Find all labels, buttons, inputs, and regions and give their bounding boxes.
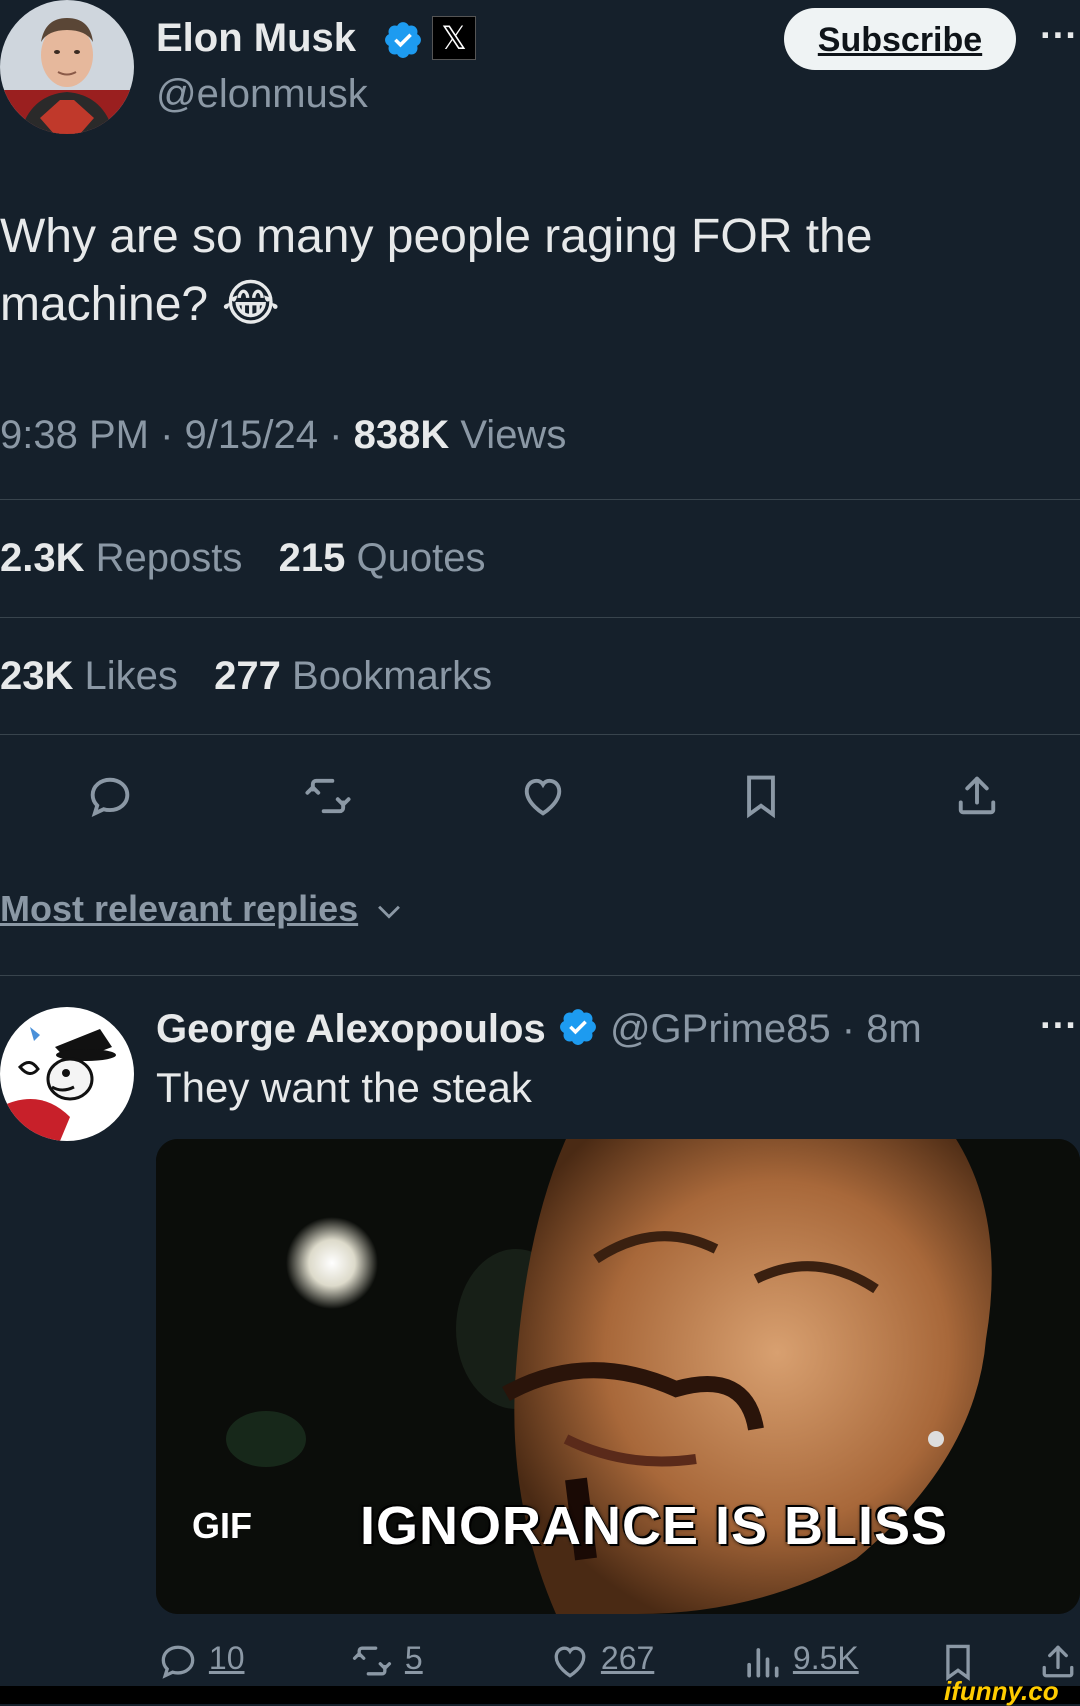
reply-time[interactable]: 8m: [866, 1007, 922, 1051]
x-affiliate-icon: 𝕏: [432, 16, 476, 60]
tweet-time[interactable]: 9:38 PM: [0, 413, 149, 457]
views-label: Views: [460, 413, 567, 457]
reposts-count: 2.3K: [0, 536, 85, 580]
views-count: 838K: [353, 413, 450, 457]
reply-likes-count: 267: [600, 1640, 655, 1676]
tweet-meta: 9:38 PM · 9/15/24 · 838K Views: [0, 410, 566, 460]
reply-author-name[interactable]: George Alexopoulos: [156, 1007, 546, 1051]
bookmarks-count: 277: [214, 654, 281, 698]
repost-icon[interactable]: [300, 770, 356, 822]
chevron-down-icon: [372, 894, 406, 928]
author-handle[interactable]: @elonmusk: [156, 70, 368, 118]
quotes-label: Quotes: [356, 536, 486, 580]
reply-author-handle[interactable]: @GPrime85: [610, 1007, 831, 1051]
reply-reposts-count: 5: [404, 1640, 423, 1676]
ifunny-watermark: ifunny.co: [944, 1676, 1059, 1706]
author-avatar[interactable]: [0, 0, 134, 134]
bookmarks-label: Bookmarks: [292, 654, 493, 698]
reply-icon: [156, 1639, 200, 1683]
laughing-emoji-icon: 😂: [221, 275, 280, 331]
gif-badge: GIF: [192, 1505, 252, 1546]
replies-sort-dropdown[interactable]: Most relevant replies: [0, 886, 406, 932]
reply-header: George Alexopoulos @GPrime85 · 8m: [156, 1004, 922, 1054]
like-heart-icon[interactable]: [517, 770, 569, 822]
bookmark-icon[interactable]: [735, 770, 787, 822]
reposts-label: Reposts: [95, 536, 243, 580]
quotes-count: 215: [278, 536, 346, 580]
reply-text: They want the steak: [156, 1064, 532, 1111]
repost-icon: [348, 1639, 396, 1683]
divider: [0, 499, 1080, 500]
reply-icon[interactable]: [84, 770, 136, 822]
tweet-text-line-1: Why are so many people raging FOR the: [0, 210, 873, 263]
replies-sort-label: Most relevant replies: [0, 888, 359, 929]
quotes-stat[interactable]: 215 Quotes: [279, 536, 486, 580]
likes-stat[interactable]: 23K Likes: [0, 654, 189, 698]
bottom-bar: [0, 1686, 1080, 1704]
verified-badge-icon: [382, 19, 424, 61]
reply-views-button[interactable]: 9.5K: [740, 1638, 859, 1683]
tweet-text: Why are so many people raging FOR the ma…: [0, 204, 1080, 338]
like-heart-icon: [548, 1639, 592, 1683]
stats-row-likes: 23K Likes 277 Bookmarks: [0, 651, 492, 701]
likes-count: 23K: [0, 654, 74, 698]
views-bar-chart-icon: [740, 1639, 784, 1683]
reply-gif-media[interactable]: GIF IGNORANCE IS BLISS: [156, 1139, 1080, 1614]
tweet-date[interactable]: 9/15/24: [185, 413, 318, 457]
more-options-icon[interactable]: ···: [1040, 16, 1078, 56]
likes-label: Likes: [84, 654, 178, 698]
reply-repost-button[interactable]: 5: [348, 1638, 423, 1683]
reply-author-avatar[interactable]: [0, 1007, 134, 1141]
meta-separator: ·: [160, 413, 174, 457]
bookmarks-stat[interactable]: 277 Bookmarks: [214, 654, 492, 698]
divider: [0, 617, 1080, 618]
divider: [0, 734, 1080, 735]
meta-separator: ·: [329, 413, 343, 457]
author-name[interactable]: Elon Musk: [156, 14, 356, 62]
reply-reply-button[interactable]: 10: [156, 1638, 244, 1683]
divider: [0, 975, 1080, 976]
reply-replies-count: 10: [208, 1640, 245, 1676]
verified-badge-icon: [557, 1006, 599, 1048]
meta-separator: ·: [841, 1007, 856, 1051]
tweet-text-line-2: machine? 😂: [0, 270, 1080, 338]
reply-views-count: 9.5K: [792, 1640, 859, 1676]
share-icon[interactable]: [951, 770, 1003, 822]
gif-caption: IGNORANCE IS BLISS: [360, 1496, 949, 1556]
stats-row-reposts: 2.3K Reposts 215 Quotes: [0, 533, 485, 583]
tweet-text-line-2-words: machine?: [0, 278, 209, 331]
subscribe-button[interactable]: Subscribe: [784, 8, 1016, 70]
reply-like-button[interactable]: 267: [548, 1638, 654, 1683]
reply-more-options-icon[interactable]: ···: [1040, 1006, 1078, 1046]
reposts-stat[interactable]: 2.3K Reposts: [0, 536, 254, 580]
